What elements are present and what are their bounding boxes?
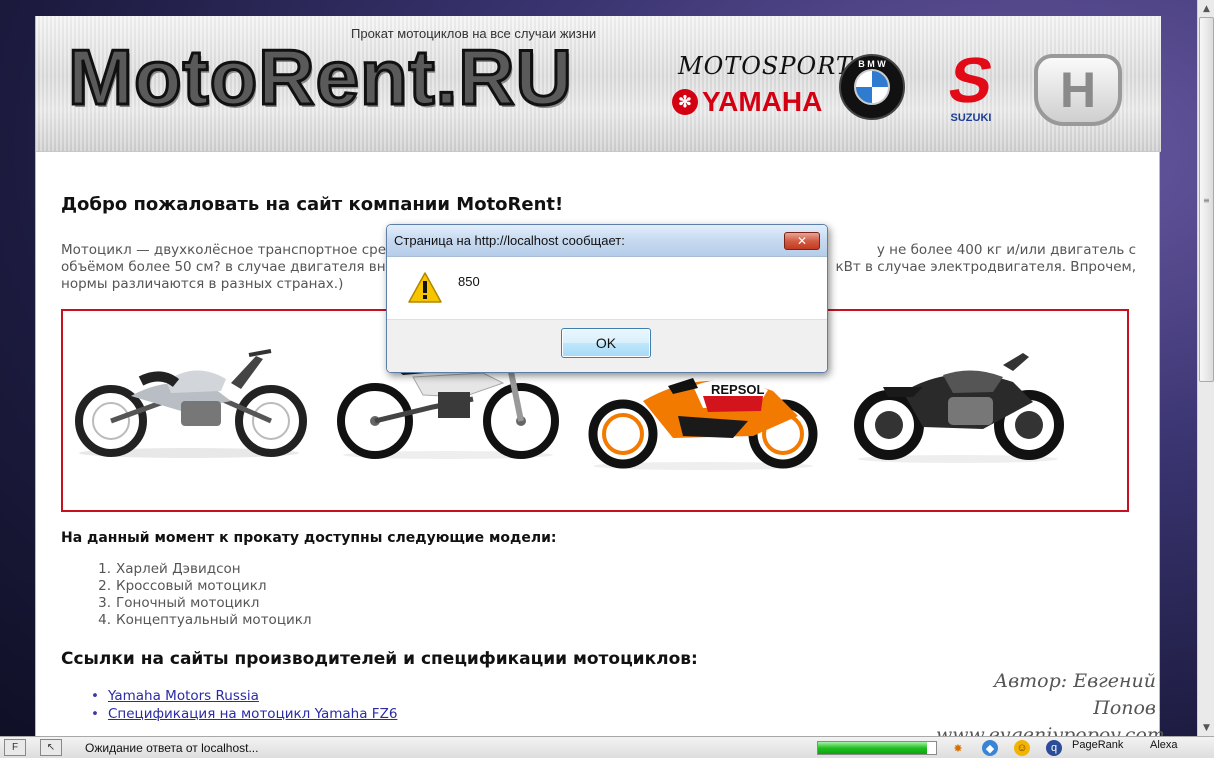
main-content: Добро пожаловать на сайт компании MotoRe… xyxy=(61,194,1136,292)
svg-text:REPSOL: REPSOL xyxy=(711,382,765,397)
models-heading: На данный момент к прокату доступны след… xyxy=(61,530,557,546)
bmw-logo: B M W xyxy=(839,54,905,120)
dialog-footer: OK xyxy=(387,319,827,372)
status-bar: F ↖ Ожидание ответа от localhost... ✸ ◆ … xyxy=(0,736,1214,758)
list-item: 3. Гоночный мотоцикл xyxy=(98,595,260,611)
models-list: 1. Харлей Дэвидсон 2. Кроссовый мотоцикл 3… xyxy=(90,561,312,629)
concept-bike-image xyxy=(854,353,1064,463)
smiley-icon[interactable]: ☺ xyxy=(1014,740,1030,756)
bmw-logo-text: B M W xyxy=(858,59,886,69)
vertical-scrollbar[interactable]: ▲ ≡ ▼ xyxy=(1197,0,1214,736)
honda-logo: H xyxy=(1034,54,1122,126)
close-button[interactable]: ✕ xyxy=(784,231,820,250)
firebug-icon[interactable]: F xyxy=(4,739,26,756)
intro-text-line2-right: кВт в случае электродвигателя. Впрочем, xyxy=(835,259,1136,275)
list-item: 2. Кроссовый мотоцикл xyxy=(98,578,267,594)
warning-icon xyxy=(408,272,442,303)
dialog-body: 850 OK xyxy=(387,257,827,372)
page-title: Добро пожаловать на сайт компании MotoRe… xyxy=(61,194,564,215)
signature-name: Автор: Евгений Попов xyxy=(993,670,1156,719)
alert-dialog: Страница на http://localhost сообщает: ✕… xyxy=(386,224,828,373)
q-icon[interactable]: q xyxy=(1046,740,1062,756)
pagerank-label[interactable]: PageRank xyxy=(1072,739,1123,751)
page-load-progress xyxy=(817,741,937,755)
yamaha-logo: ✻ YAMAHA xyxy=(672,86,822,118)
yamaha-russia-link[interactable]: Yamaha Motors Russia xyxy=(108,688,259,704)
progress-fill xyxy=(818,742,927,754)
links-heading: Ссылки на сайты производителей и специфи… xyxy=(61,649,698,669)
alexa-label[interactable]: Alexa xyxy=(1150,739,1178,751)
harley-bike-image xyxy=(75,349,307,458)
yamaha-logo-text: YAMAHA xyxy=(702,86,823,117)
bug-icon[interactable]: ✸ xyxy=(950,740,966,756)
links-list: Yamaha Motors Russia Спецификация на мот… xyxy=(91,687,397,723)
dialog-title: Страница на http://localhost сообщает: xyxy=(394,233,625,248)
suzuki-s-icon: S xyxy=(943,44,999,116)
intro-text-line1-left: Мотоцикл — двухколёсное транспортное сре xyxy=(61,242,387,258)
scrollbar-thumb[interactable]: ≡ xyxy=(1199,17,1214,382)
diamond-icon[interactable]: ◆ xyxy=(982,740,998,756)
ok-button[interactable]: OK xyxy=(561,328,651,358)
dialog-titlebar[interactable]: Страница на http://localhost сообщает: ✕ xyxy=(387,225,827,257)
scroll-up-icon[interactable]: ▲ xyxy=(1198,0,1214,17)
status-text: Ожидание ответа от localhost... xyxy=(85,741,259,755)
bmw-roundel-icon xyxy=(854,69,890,105)
list-item: 4. Концептуальный мотоцикл xyxy=(98,612,312,628)
signature-site: www.evgeniypopov.com xyxy=(936,724,1165,736)
intro-text-line1-right: у не более 400 кг и/или двигатель с xyxy=(876,242,1136,258)
yamaha-emblem-icon: ✻ xyxy=(672,89,698,115)
suzuki-logo: S SUZUKI xyxy=(939,44,1003,132)
pointer-icon[interactable]: ↖ xyxy=(40,739,62,756)
site-banner: Прокат мотоциклов на все случаи жизни Mo… xyxy=(36,16,1161,152)
list-item: 1. Харлей Дэвидсон xyxy=(98,561,241,577)
author-signature: Автор: Евгений Попов www.evgeniypopov.co… xyxy=(936,668,1165,736)
list-item: Yamaha Motors Russia xyxy=(91,687,397,705)
yamaha-fz6-spec-link[interactable]: Спецификация на мотоцикл Yamaha FZ6 xyxy=(108,706,397,722)
sport-bike-image: REPSOL xyxy=(588,378,818,470)
site-logo[interactable]: MotoRent.RU xyxy=(67,37,574,118)
intro-text-line2-left: объёмом более 50 см? в случае двигателя … xyxy=(61,259,386,275)
dialog-message: 850 xyxy=(458,274,480,289)
page: Прокат мотоциклов на все случаи жизни Mo… xyxy=(35,16,1165,736)
scroll-down-icon[interactable]: ▼ xyxy=(1198,719,1214,736)
grip-icon: ≡ xyxy=(1203,196,1210,205)
list-item: Спецификация на мотоцикл Yamaha FZ6 xyxy=(91,705,397,723)
motosport-logo: MOTOSPORT xyxy=(678,52,853,80)
